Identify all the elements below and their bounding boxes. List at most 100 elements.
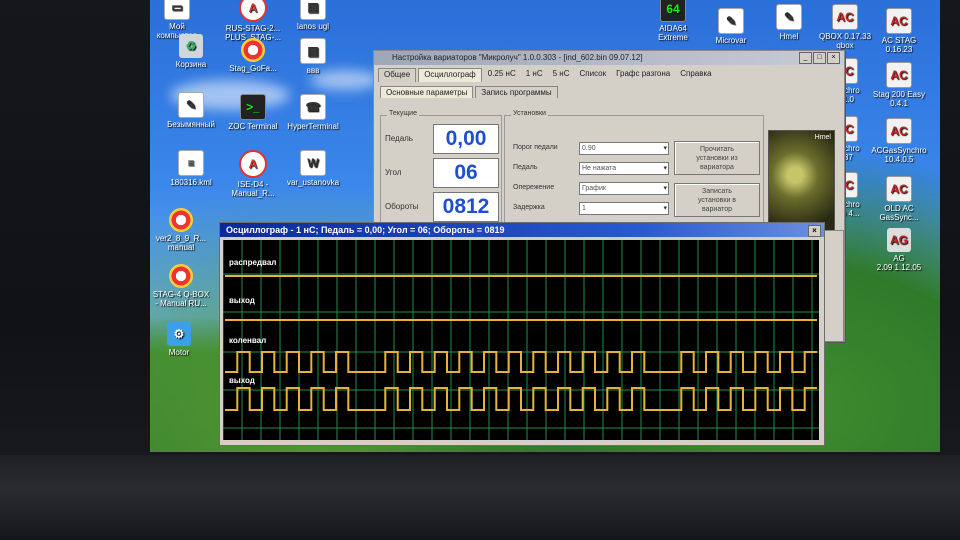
app-icon: ✎	[178, 92, 204, 118]
oscilloscope-close-button[interactable]: ×	[808, 225, 821, 237]
app-icon	[241, 38, 265, 62]
readout-angle: 06	[433, 158, 499, 188]
oscilloscope-titlebar[interactable]: Осциллограф - 1 нС; Педаль = 0,00; Угол …	[220, 223, 824, 237]
write-settings-button[interactable]: Записать установки в вариатор	[674, 183, 760, 217]
image-label-hmel: Hmel	[814, 134, 831, 141]
app-icon	[169, 208, 193, 232]
desktop-icon-label: HyperTerminal	[287, 122, 339, 131]
group-title-current: Текущие	[387, 110, 419, 117]
desktop-icon[interactable]: ver2_8_9_R... manual	[150, 208, 216, 252]
read-settings-button[interactable]: Прочитать установки из вариатора	[674, 141, 760, 175]
pedal-select[interactable]: Не нажата	[579, 162, 669, 175]
setting-label-advance: Опережение	[513, 184, 555, 191]
readout-label-angle: Угол	[385, 168, 402, 177]
current-values-group: Текущие Педаль 0,00 Угол 06 Обороты 0812	[380, 110, 502, 227]
tab-oscilloscope[interactable]: Осциллограф	[418, 68, 482, 82]
desktop-icon[interactable]: ▤ lanos ugl	[278, 0, 348, 31]
desktop-icon[interactable]: AC AC STAG 0.16.23	[864, 8, 934, 54]
app-icon	[169, 264, 193, 288]
minimize-button[interactable]: _	[799, 52, 812, 64]
desktop-icon-label: lanos ugl	[296, 22, 330, 31]
advance-select[interactable]: График	[579, 182, 669, 195]
tab-acceleration[interactable]: Графс разгона	[612, 68, 675, 82]
desktop-icon-label: STAG-4 Q-BOX - Manual RU...	[152, 290, 210, 308]
desktop-icon[interactable]: AC OLD AC GasSync...	[864, 176, 934, 222]
tab-1ns[interactable]: 1 нС	[521, 68, 547, 82]
oscilloscope-title: Осциллограф - 1 нС; Педаль = 0,00; Угол …	[226, 225, 505, 235]
tab-list[interactable]: Список	[575, 68, 611, 82]
monitor-base	[0, 455, 960, 540]
subtab-write-program[interactable]: Запись программы	[475, 86, 558, 98]
app-icon: ✎	[776, 4, 802, 30]
setting-label-delay: Задержка	[513, 204, 545, 211]
app-icon: ♻	[179, 34, 203, 58]
oscilloscope-display: распредвал выход коленвал выход	[222, 240, 819, 440]
maximize-button[interactable]: □	[813, 52, 826, 64]
desktop-icon-label: ver2_8_9_R... manual	[155, 234, 207, 252]
app-icon: AC	[886, 62, 912, 88]
oscilloscope-window[interactable]: Осциллограф - 1 нС; Педаль = 0,00; Угол …	[219, 222, 825, 446]
app-icon: ▭	[164, 0, 190, 20]
subtabs: Основные параметры Запись программы	[374, 82, 844, 98]
app-icon: ✎	[718, 8, 744, 34]
desktop-icon-label: ACGasSynchro 10.4.0.5	[871, 146, 927, 164]
app-icon: 64	[660, 0, 686, 22]
delay-field[interactable]: 1	[579, 202, 669, 215]
signal-trace	[225, 387, 817, 411]
desktop-icon[interactable]: ▤ ввв	[278, 38, 348, 75]
signal-trace	[225, 351, 817, 373]
desktop-icon-label: OLD AC GasSync...	[879, 204, 919, 222]
group-title-settings: Установки	[511, 110, 548, 117]
channel-label-output-2: выход	[229, 376, 255, 385]
readout-label-rpm: Обороты	[385, 202, 419, 211]
channel-label-output-1: выход	[229, 296, 255, 305]
window-edge	[822, 230, 844, 342]
subtab-main-params[interactable]: Основные параметры	[380, 86, 474, 98]
desktop-icon-label: AC STAG 0.16.23	[881, 36, 917, 54]
desktop-icon-label: Безымянный	[167, 120, 215, 129]
desktop-icon[interactable]: ⚙ Motor	[150, 322, 214, 357]
desktop-icon-label: var_ustanovka	[286, 178, 340, 187]
desktop-icon[interactable]: AC ACGasSynchro 10.4.0.5	[864, 118, 934, 164]
desktop-icon[interactable]: ✎ Безымянный	[156, 92, 226, 129]
desktop-icon[interactable]: AC Stag 200 Easy 0.4.1	[864, 62, 934, 108]
oscilloscope-traces	[222, 240, 819, 440]
tab-general[interactable]: Общее	[378, 68, 417, 82]
desktop-icon-label: Корзина	[175, 60, 207, 69]
menu-tabs: Общее Осциллограф 0.25 нС 1 нС 5 нС Спис…	[374, 65, 844, 82]
window-titlebar[interactable]: Настройка вариаторов "Микролуч" 1.0.0.30…	[374, 51, 844, 65]
readout-rpm: 0812	[433, 192, 499, 222]
desktop-icon[interactable]: AG AG 2.09 1.12.05	[864, 228, 934, 272]
channel-label-crankshaft: коленвал	[229, 336, 267, 345]
window-title: Настройка вариаторов "Микролуч" 1.0.0.30…	[392, 53, 643, 62]
app-icon: >_	[240, 94, 266, 120]
setting-label-pedal-threshold: Порог педали	[513, 144, 558, 151]
app-icon: AG	[887, 228, 911, 252]
desktop-icon[interactable]: ♻ Корзина	[156, 34, 226, 69]
desktop-icon-label: AG 2.09 1.12.05	[876, 254, 922, 272]
close-button[interactable]: ×	[827, 52, 840, 64]
app-icon: A	[239, 150, 267, 178]
app-icon: W	[300, 150, 326, 176]
desktop-icon[interactable]: Wvar_ustanovka	[278, 150, 348, 187]
desktop-icon[interactable]: ≡ 180316.kml	[156, 150, 226, 187]
app-icon: AC	[886, 8, 912, 34]
pedal-threshold-field[interactable]: 0.90	[579, 142, 669, 155]
tab-025ns[interactable]: 0.25 нС	[483, 68, 520, 82]
desktop-icon-label: ввв	[306, 66, 320, 75]
readout-label-pedal: Педаль	[385, 134, 413, 143]
tab-5ns[interactable]: 5 нС	[548, 68, 574, 82]
desktop-icon-label: Motor	[168, 348, 190, 357]
desktop-icon-label: 180316.kml	[170, 178, 212, 187]
app-icon: A	[239, 0, 267, 22]
app-icon: AC	[832, 4, 858, 30]
readout-pedal: 0,00	[433, 124, 499, 154]
app-icon: AC	[886, 118, 912, 144]
channel-label-camshaft: распредвал	[229, 258, 277, 267]
desktop-icon[interactable]: STAG-4 Q-BOX - Manual RU...	[150, 264, 216, 308]
app-icon: ⚙	[167, 322, 191, 346]
desktop-icon[interactable]: ☎ HyperTerminal	[278, 94, 348, 131]
desktop-icon-label: Stag 200 Easy 0.4.1	[872, 90, 926, 108]
setting-label-pedal: Педаль	[513, 164, 538, 171]
tab-help[interactable]: Справка	[676, 68, 716, 82]
